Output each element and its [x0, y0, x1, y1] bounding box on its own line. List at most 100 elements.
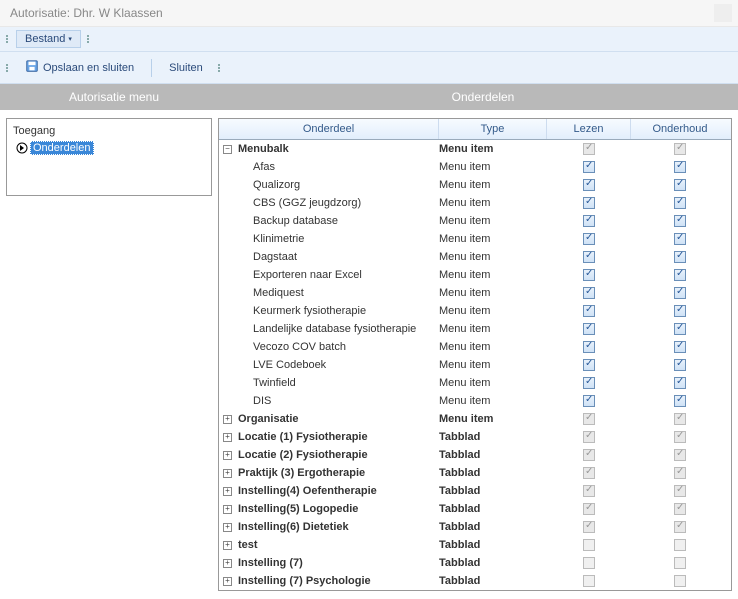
table-row[interactable]: Keurmerk fysiotherapieMenu item	[219, 302, 731, 320]
checkbox[interactable]	[583, 269, 595, 281]
checkbox[interactable]	[583, 359, 595, 371]
table-row[interactable]: DISMenu item	[219, 392, 731, 410]
row-onderhoud	[631, 161, 729, 173]
checkbox[interactable]	[583, 251, 595, 263]
checkbox	[583, 575, 595, 587]
checkbox[interactable]	[674, 179, 686, 191]
row-onderhoud	[631, 431, 729, 443]
table-row[interactable]: +OrganisatieMenu item	[219, 410, 731, 428]
row-name: Twinfield	[253, 377, 296, 389]
sluiten-label: Sluiten	[169, 62, 203, 74]
chevron-down-icon: ▾	[68, 35, 72, 43]
table-row[interactable]: +Instelling (7) PsychologieTabblad	[219, 572, 731, 590]
table-row[interactable]: Exporteren naar ExcelMenu item	[219, 266, 731, 284]
checkbox[interactable]	[583, 233, 595, 245]
checkbox[interactable]	[674, 395, 686, 407]
checkbox[interactable]	[674, 341, 686, 353]
table-row[interactable]: MediquestMenu item	[219, 284, 731, 302]
checkbox[interactable]	[674, 215, 686, 227]
opslaan-en-sluiten-button[interactable]: Opslaan en sluiten	[16, 55, 143, 80]
checkbox	[674, 485, 686, 497]
row-lezen	[547, 143, 631, 155]
checkbox[interactable]	[674, 197, 686, 209]
col-type[interactable]: Type	[439, 119, 547, 139]
row-onderhoud	[631, 143, 729, 155]
table-row[interactable]: LVE CodeboekMenu item	[219, 356, 731, 374]
expand-icon[interactable]: +	[223, 577, 232, 586]
table-row[interactable]: +Locatie (1) FysiotherapieTabblad	[219, 428, 731, 446]
separator	[151, 59, 152, 77]
checkbox[interactable]	[674, 251, 686, 263]
table-row[interactable]: CBS (GGZ jeugdzorg)Menu item	[219, 194, 731, 212]
checkbox[interactable]	[583, 179, 595, 191]
tree-root[interactable]: Toegang	[13, 125, 205, 137]
expand-icon[interactable]: +	[223, 487, 232, 496]
row-lezen	[547, 287, 631, 299]
header-right: Onderdelen	[228, 90, 738, 104]
table-row[interactable]: DagstaatMenu item	[219, 248, 731, 266]
checkbox[interactable]	[583, 323, 595, 335]
expand-icon[interactable]: +	[223, 541, 232, 550]
expand-icon[interactable]: +	[223, 505, 232, 514]
table-row[interactable]: +testTabblad	[219, 536, 731, 554]
row-onderhoud	[631, 269, 729, 281]
table-row[interactable]: +Instelling(4) OefentherapieTabblad	[219, 482, 731, 500]
col-onderhoud[interactable]: Onderhoud	[631, 119, 729, 139]
row-lezen	[547, 233, 631, 245]
checkbox[interactable]	[674, 359, 686, 371]
table-row[interactable]: QualizorgMenu item	[219, 176, 731, 194]
table-row[interactable]: +Praktijk (3) ErgotherapieTabblad	[219, 464, 731, 482]
expand-icon[interactable]: +	[223, 469, 232, 478]
checkbox[interactable]	[583, 395, 595, 407]
row-name: Instelling(4) Oefentherapie	[238, 485, 377, 497]
expand-icon[interactable]: +	[223, 451, 232, 460]
expand-icon[interactable]: +	[223, 523, 232, 532]
table-row[interactable]: −MenubalkMenu item	[219, 140, 731, 158]
table-row[interactable]: Vecozo COV batchMenu item	[219, 338, 731, 356]
col-lezen[interactable]: Lezen	[547, 119, 631, 139]
checkbox[interactable]	[674, 305, 686, 317]
checkbox[interactable]	[674, 269, 686, 281]
row-name: Instelling (7) Psychologie	[238, 575, 371, 587]
checkbox[interactable]	[583, 305, 595, 317]
row-name: Landelijke database fysiotherapie	[253, 323, 416, 335]
checkbox[interactable]	[583, 287, 595, 299]
collapse-icon[interactable]: −	[223, 145, 232, 154]
checkbox[interactable]	[674, 323, 686, 335]
expand-icon[interactable]: +	[223, 433, 232, 442]
col-onderdeel[interactable]: Onderdeel	[219, 119, 439, 139]
row-onderhoud	[631, 323, 729, 335]
row-name: Locatie (1) Fysiotherapie	[238, 431, 368, 443]
row-onderhoud	[631, 575, 729, 587]
row-lezen	[547, 251, 631, 263]
table-row[interactable]: Landelijke database fysiotherapieMenu it…	[219, 320, 731, 338]
checkbox	[674, 449, 686, 461]
close-button[interactable]	[714, 4, 732, 22]
table-row[interactable]: +Instelling(5) LogopedieTabblad	[219, 500, 731, 518]
checkbox[interactable]	[674, 233, 686, 245]
row-onderhoud	[631, 413, 729, 425]
table-row[interactable]: KlinimetrieMenu item	[219, 230, 731, 248]
table-row[interactable]: +Instelling(6) DietetiekTabblad	[219, 518, 731, 536]
checkbox[interactable]	[583, 377, 595, 389]
sluiten-button[interactable]: Sluiten	[160, 58, 212, 78]
checkbox[interactable]	[583, 197, 595, 209]
table-row[interactable]: Backup databaseMenu item	[219, 212, 731, 230]
checkbox[interactable]	[583, 161, 595, 173]
bestand-menu[interactable]: Bestand ▾	[16, 30, 81, 48]
checkbox[interactable]	[674, 377, 686, 389]
table-row[interactable]: +Locatie (2) FysiotherapieTabblad	[219, 446, 731, 464]
table-row[interactable]: +Instelling (7)Tabblad	[219, 554, 731, 572]
row-lezen	[547, 197, 631, 209]
tree-child-onderdelen[interactable]: Onderdelen	[15, 141, 205, 155]
checkbox[interactable]	[674, 161, 686, 173]
table-row[interactable]: AfasMenu item	[219, 158, 731, 176]
grip-icon	[87, 30, 91, 48]
checkbox[interactable]	[583, 341, 595, 353]
expand-icon[interactable]: +	[223, 415, 232, 424]
table-row[interactable]: TwinfieldMenu item	[219, 374, 731, 392]
checkbox[interactable]	[674, 287, 686, 299]
checkbox[interactable]	[583, 215, 595, 227]
expand-icon[interactable]: +	[223, 559, 232, 568]
row-type: Menu item	[439, 143, 547, 155]
